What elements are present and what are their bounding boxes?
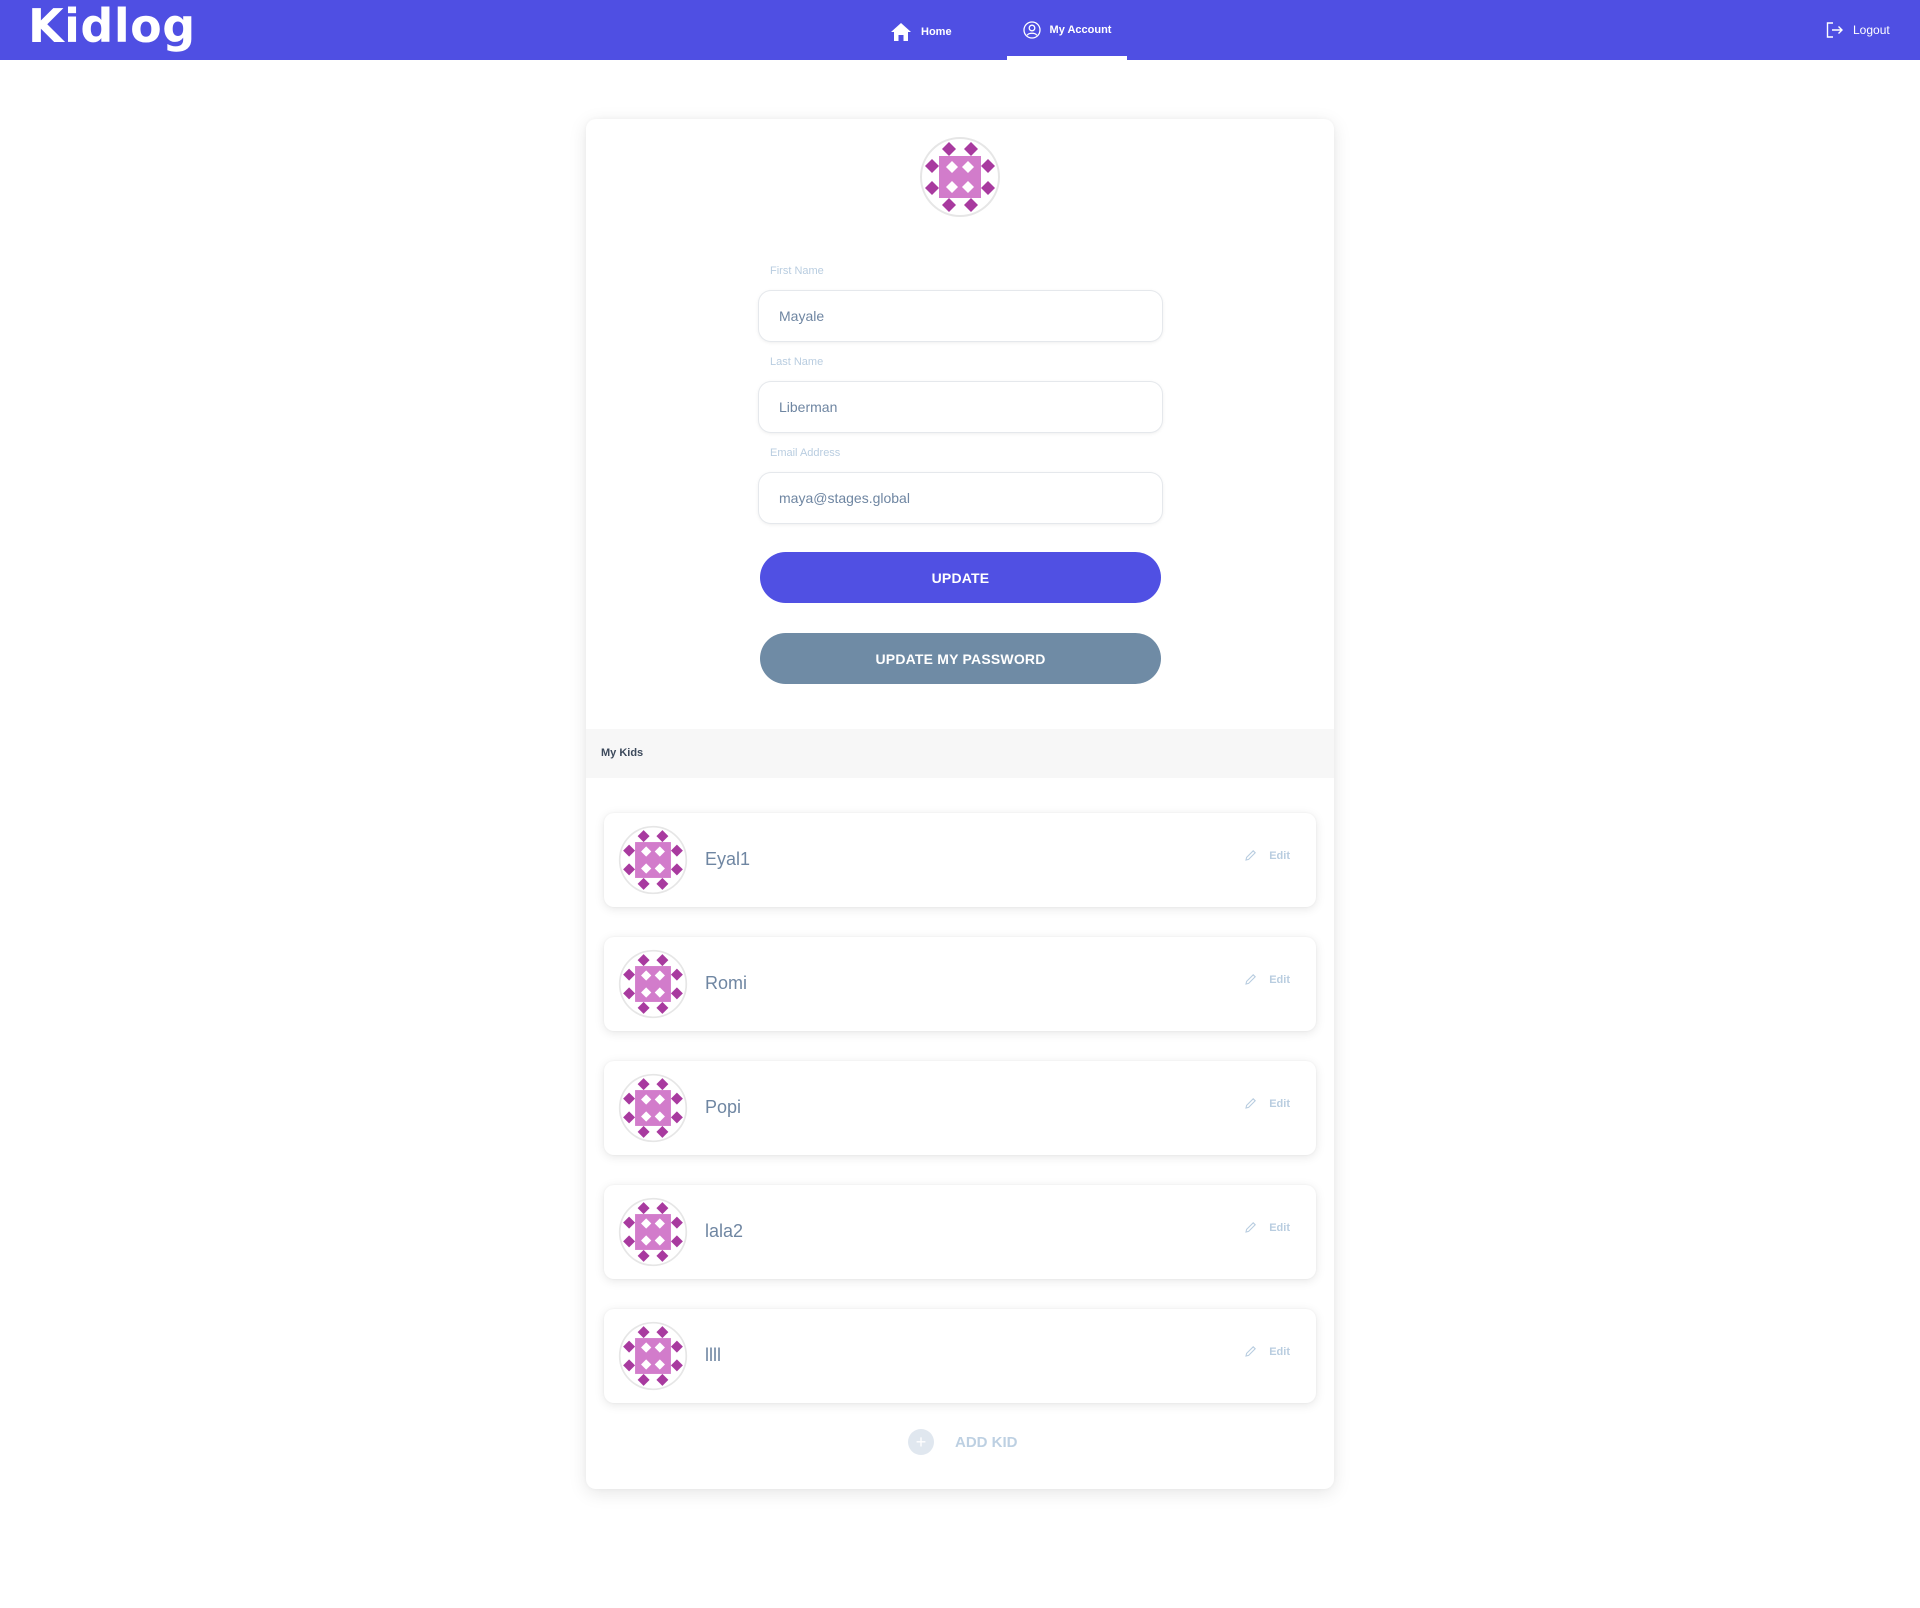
kid-avatar	[618, 1073, 688, 1143]
user-circle-icon	[1022, 21, 1041, 39]
kid-edit-label: Edit	[1269, 1097, 1290, 1110]
kid-avatar	[618, 949, 688, 1019]
update-button[interactable]: UPDATE	[760, 552, 1161, 603]
nav-item-home-label: Home	[921, 26, 952, 38]
nav-item-my-account[interactable]: My Account	[1007, 0, 1127, 60]
logout-label: Logout	[1853, 23, 1890, 37]
kid-name: Eyal1	[705, 849, 751, 869]
kid-edit-button[interactable]: Edit	[1244, 849, 1290, 862]
kid-card[interactable]: Popi Edit	[604, 1061, 1316, 1155]
kid-name: Romi	[705, 973, 748, 993]
pencil-icon	[1245, 850, 1257, 861]
kid-edit-button[interactable]: Edit	[1244, 1221, 1290, 1234]
email-label: Email Address	[770, 447, 841, 459]
kid-name: llll	[705, 1345, 721, 1365]
last-name-label: Last Name	[770, 356, 824, 368]
kid-card[interactable]: Romi Edit	[604, 937, 1316, 1031]
last-name-input[interactable]	[759, 382, 1162, 432]
kid-avatar	[618, 1197, 688, 1267]
kid-card[interactable]: Eyal1 Edit	[604, 813, 1316, 907]
first-name-input[interactable]	[759, 291, 1162, 341]
kid-card[interactable]: lala2 Edit	[604, 1185, 1316, 1279]
kid-edit-button[interactable]: Edit	[1244, 1345, 1290, 1358]
update-password-button[interactable]: UPDATE MY PASSWORD	[760, 633, 1161, 684]
nav-item-home[interactable]: Home	[890, 2, 952, 62]
kid-avatar	[618, 825, 688, 895]
kid-edit-label: Edit	[1269, 1221, 1290, 1234]
home-icon	[891, 23, 911, 41]
profile-avatar[interactable]	[919, 136, 1001, 218]
logout-button[interactable]: Logout	[1826, 0, 1890, 60]
kidlog-logo[interactable]: Kidlog	[28, 0, 196, 56]
plus-icon: +	[908, 1429, 934, 1455]
pencil-icon	[1245, 1346, 1257, 1357]
kid-edit-label: Edit	[1269, 973, 1290, 986]
add-kid-button[interactable]: + ADD KID	[908, 1429, 1018, 1455]
kid-edit-button[interactable]: Edit	[1244, 1097, 1290, 1110]
kid-avatar	[618, 1321, 688, 1391]
pencil-icon	[1245, 1098, 1257, 1109]
kid-edit-label: Edit	[1269, 1345, 1290, 1358]
kid-card[interactable]: llll Edit	[604, 1309, 1316, 1403]
kid-edit-button[interactable]: Edit	[1244, 973, 1290, 986]
kid-name: Popi	[705, 1097, 742, 1117]
top-nav-bar: Kidlog Home My Account Logout	[0, 0, 1920, 60]
first-name-label: First Name	[770, 265, 824, 277]
pencil-icon	[1245, 1222, 1257, 1233]
logout-icon	[1826, 22, 1843, 38]
my-kids-title: My Kids	[601, 747, 644, 759]
active-tab-indicator	[1007, 56, 1127, 60]
email-input[interactable]	[759, 473, 1162, 523]
nav-item-my-account-label: My Account	[1049, 24, 1112, 36]
pencil-icon	[1245, 974, 1257, 985]
my-kids-header: My Kids	[586, 729, 1334, 778]
my-account-card: First Name Last Name Email Address UPDAT…	[586, 119, 1334, 1489]
kid-edit-label: Edit	[1269, 849, 1290, 862]
add-kid-label: ADD KID	[955, 1433, 1018, 1451]
kid-name: lala2	[705, 1221, 744, 1241]
